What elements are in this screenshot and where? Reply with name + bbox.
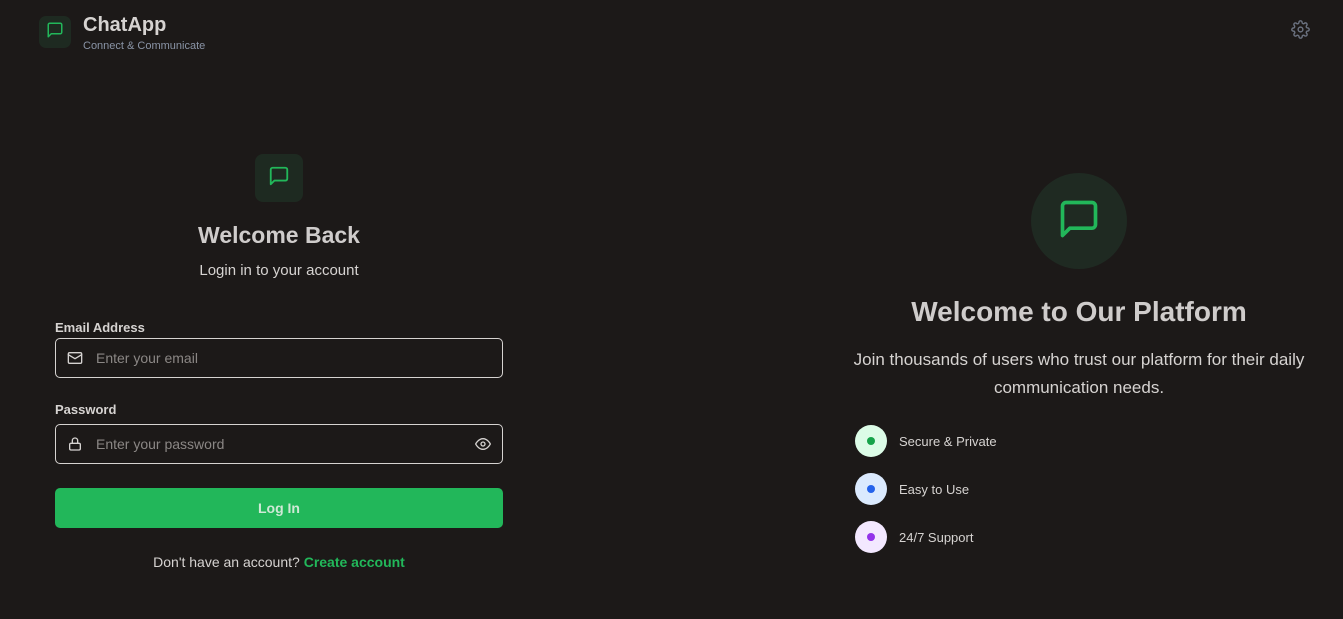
password-field-wrapper: [55, 424, 503, 464]
app-logo: [39, 16, 71, 48]
feature-badge: [855, 473, 887, 505]
settings-button[interactable]: [1290, 20, 1310, 44]
login-page: ChatApp Connect & Communicate Welcome Ba…: [0, 0, 1343, 619]
password-field[interactable]: [96, 425, 476, 463]
hero-logo: [1031, 173, 1127, 269]
email-label: Email Address: [55, 320, 145, 335]
hero-title: Welcome to Our Platform: [911, 296, 1247, 327]
login-subtitle: Login in to your account: [199, 262, 359, 279]
dot-icon: [867, 533, 875, 541]
create-account-link[interactable]: Create account: [304, 554, 405, 570]
feature-item: Easy to Use: [855, 473, 969, 505]
login-title: Welcome Back: [198, 222, 360, 248]
email-field-wrapper: [55, 338, 503, 378]
hero-description: Join thousands of users who trust our pl…: [853, 350, 1305, 397]
eye-icon[interactable]: [475, 436, 491, 452]
app-tagline: Connect & Communicate: [83, 40, 206, 52]
app-name: ChatApp: [83, 14, 167, 36]
feature-label: Easy to Use: [899, 481, 970, 497]
feature-badge: [855, 425, 887, 457]
feature-badge: [855, 521, 887, 553]
message-square-icon: [46, 21, 64, 44]
signup-prompt-text: Don't have an account?: [153, 554, 300, 570]
feature-item: Secure & Private: [855, 425, 997, 457]
lock-icon: [67, 436, 83, 452]
signup-prompt: Don't have an account? Create account: [55, 554, 503, 570]
dot-icon: [867, 437, 875, 445]
gear-icon: [1290, 20, 1310, 44]
mail-icon: [67, 350, 83, 366]
message-square-icon: [1057, 197, 1101, 246]
email-field[interactable]: [96, 339, 476, 377]
feature-label: 24/7 Support: [899, 529, 974, 545]
password-label: Password: [55, 402, 117, 417]
dot-icon: [867, 485, 875, 493]
login-logo: [255, 154, 303, 202]
login-button[interactable]: Log In: [55, 488, 503, 528]
feature-label: Secure & Private: [899, 433, 997, 449]
feature-item: 24/7 Support: [855, 521, 973, 553]
message-square-icon: [268, 165, 290, 192]
